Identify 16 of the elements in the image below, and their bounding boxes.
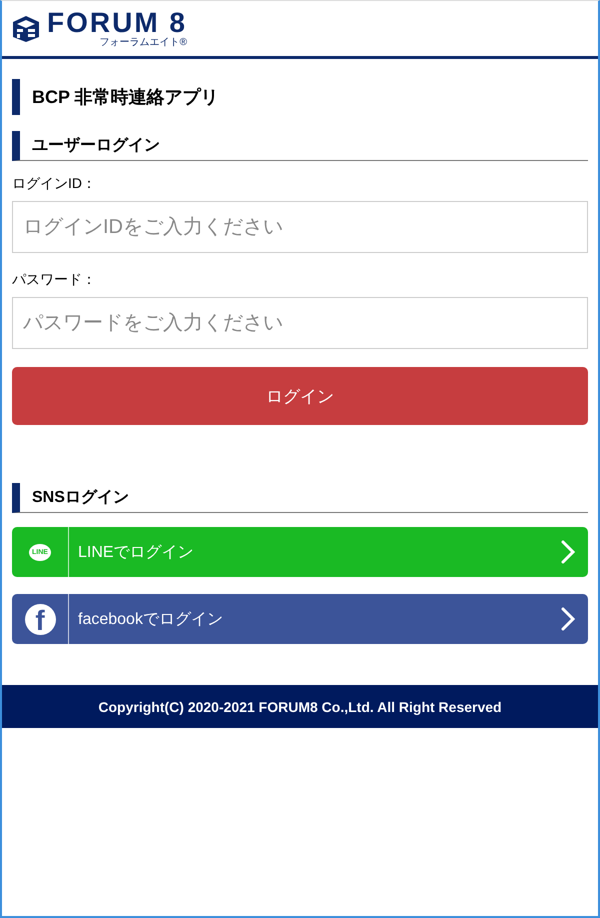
copyright-text: Copyright(C) 2020-2021 FORUM8 Co.,Ltd. All Right Reserved bbox=[98, 698, 502, 714]
login-button[interactable]: ログイン bbox=[12, 367, 588, 425]
sns-login-button[interactable]: f facebookでログイン bbox=[12, 594, 588, 644]
input-field[interactable]: パスワードをご入力ください bbox=[12, 297, 588, 349]
brand-name: FORUM 8 bbox=[47, 9, 187, 37]
chevron-right-icon bbox=[561, 607, 575, 631]
field-label: パスワード： bbox=[12, 271, 97, 289]
section-heading: SNSログイン bbox=[12, 483, 588, 513]
cube-logo-icon bbox=[11, 14, 41, 42]
field-label: ログインID： bbox=[12, 175, 97, 193]
input-field[interactable]: ログインIDをご入力ください bbox=[12, 201, 588, 253]
chevron-right-icon bbox=[561, 540, 575, 564]
section-heading: ユーザーログイン bbox=[12, 131, 588, 161]
app-title: BCP 非常時連絡アプリ bbox=[12, 79, 588, 115]
facebook-icon: f bbox=[24, 604, 56, 634]
brand-subtitle: フォーラムエイト® bbox=[100, 38, 187, 48]
